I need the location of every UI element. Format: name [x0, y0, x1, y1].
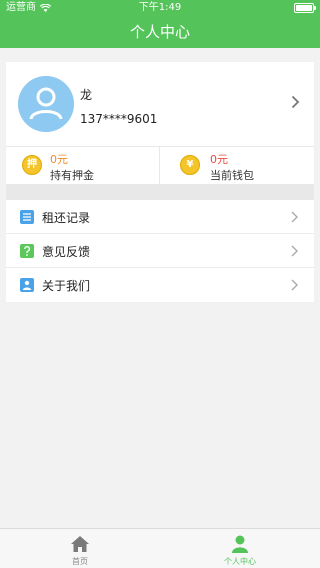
chevron-right-icon: [291, 95, 300, 109]
person-icon: [232, 535, 248, 553]
person-icon: [20, 278, 34, 292]
deposit-coin-icon: 押: [22, 155, 42, 175]
balance-amount: 0元: [210, 153, 228, 166]
battery-icon: [294, 3, 316, 13]
deposit-amount: 0元: [50, 153, 68, 166]
menu-item-label: 意见反馈: [42, 245, 91, 259]
deposit-cell[interactable]: 押 0元 持有押金: [6, 147, 160, 185]
status-time: 下午1:49: [138, 2, 182, 13]
question-icon: [20, 244, 34, 258]
section-divider: [6, 184, 314, 200]
menu-item-feedback[interactable]: 意见反馈: [6, 234, 314, 268]
chevron-right-icon: [291, 211, 298, 223]
page-title: 个人中心: [129, 23, 190, 41]
menu-item-label: 关于我们: [42, 279, 91, 293]
menu-item-label: 租还记录: [42, 211, 91, 225]
menu-item-about-us[interactable]: 关于我们: [6, 268, 314, 302]
header-bar: 运营商 下午1:49 个人中心: [0, 0, 320, 48]
tab-home-label: 首页: [72, 557, 88, 566]
user-name: 龙: [80, 88, 93, 102]
status-right: [294, 3, 316, 13]
menu-list: 租还记录 意见反馈 关于我们: [6, 200, 314, 302]
tab-profile[interactable]: 个人中心: [160, 529, 320, 568]
chevron-right-icon: [291, 245, 298, 257]
balance-label: 当前钱包: [210, 169, 254, 182]
menu-item-rental-records[interactable]: 租还记录: [6, 200, 314, 234]
status-bar: 运营商 下午1:49: [0, 0, 320, 16]
balance-cell[interactable]: ¥ 0元 当前钱包: [160, 147, 314, 185]
profile-card[interactable]: 龙 137****9601: [6, 62, 314, 146]
deposit-label: 持有押金: [50, 169, 94, 182]
avatar-person-icon: [18, 76, 74, 132]
chevron-right-icon: [291, 279, 298, 291]
tab-home[interactable]: 首页: [0, 529, 160, 568]
wallet-coin-icon: ¥: [180, 155, 200, 175]
avatar[interactable]: [18, 76, 74, 132]
bottom-tab-bar: 首页 个人中心: [0, 528, 320, 568]
list-icon: [20, 210, 34, 224]
wallet-row: 押 0元 持有押金 ¥ 0元 当前钱包: [6, 146, 314, 185]
home-icon: [71, 536, 89, 552]
tab-profile-label: 个人中心: [224, 557, 256, 566]
user-phone: 137****9601: [80, 112, 158, 126]
